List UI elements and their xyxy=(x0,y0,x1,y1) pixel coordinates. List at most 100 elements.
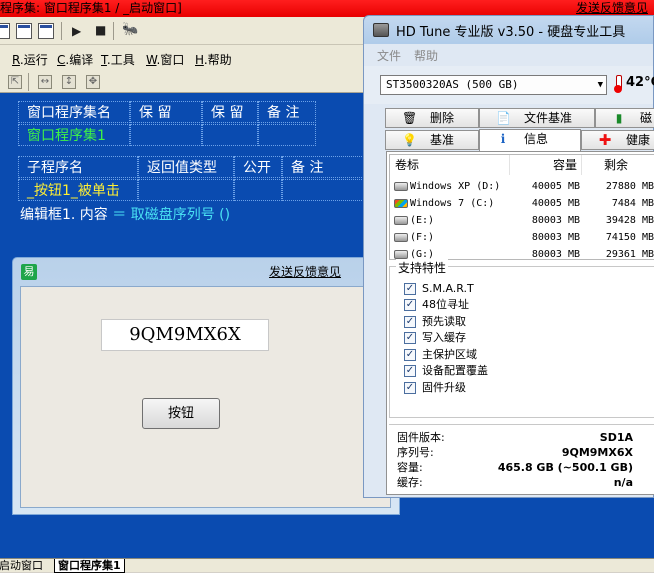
checkbox-checked-icon: ✓ xyxy=(404,283,416,295)
width-icon[interactable]: ↔ xyxy=(38,75,52,89)
checkbox-checked-icon: ✓ xyxy=(404,316,416,328)
list-item[interactable]: (G:) 80003 MB 29361 MB xyxy=(390,246,654,259)
align-icon[interactable]: ⇱ xyxy=(8,75,22,89)
menu-tools[interactable]: T.工具 xyxy=(101,51,135,68)
table-header-cell: 公开 xyxy=(234,156,282,178)
list-item[interactable]: Windows 7 (C:) 40005 MB 7484 MB xyxy=(390,195,654,212)
list-item[interactable]: Windows XP (D:) 40005 MB 27880 MB xyxy=(390,178,654,195)
menu-compile[interactable]: C.编译 xyxy=(57,51,93,68)
layout-split-icon[interactable] xyxy=(16,23,32,39)
table-cell[interactable] xyxy=(202,124,258,146)
column-header-capacity[interactable]: 容量 xyxy=(510,155,582,175)
menu-help[interactable]: 帮助 xyxy=(414,47,438,64)
checkbox-checked-icon: ✓ xyxy=(404,332,416,344)
tab-window-assembly[interactable]: 窗口程序集1 xyxy=(54,559,125,573)
features-group: 支持特性 ✓ S.M.A.R.T ✓ 48位寻址 ✓ 预先读取 ✓ 写入缓存 ✓ 主保护区… xyxy=(389,259,654,418)
preview-feedback-link[interactable]: 发送反馈意见 xyxy=(269,263,341,280)
hdtune-title: HD Tune 专业版 v3.50 - 硬盘专业工具 xyxy=(396,25,626,40)
windows-drive-icon xyxy=(394,199,408,208)
chart-icon: ▮ xyxy=(615,111,623,125)
table-cell[interactable] xyxy=(282,179,372,201)
serial-edit-box[interactable]: 9QM9MX6X xyxy=(101,319,269,351)
tab-health[interactable]: ✚ 健康 xyxy=(581,130,654,150)
column-header-label[interactable]: 卷标 xyxy=(390,155,510,175)
hdtune-tabs: 🗑 删除 📄 文件基准 ▮ 磁 💡 基准 i 信息 ✚ 健康 xyxy=(385,108,654,152)
ide-title: 程序集: 窗口程序集1 / _启动窗口] xyxy=(0,1,182,15)
table-header-cell: 保 留 xyxy=(130,101,202,123)
menu-window[interactable]: W.窗口 xyxy=(146,51,184,68)
table-cell[interactable] xyxy=(138,179,234,201)
table-cell[interactable]: 窗口程序集1 xyxy=(18,124,130,146)
ide-secondary-toolbar: ⇱ ↔ ↕ ✥ xyxy=(0,71,370,93)
table-cell[interactable] xyxy=(258,124,316,146)
table-header-cell: 保 留 xyxy=(202,101,258,123)
menu-help[interactable]: H.帮助 xyxy=(195,51,232,68)
menu-file[interactable]: 文件 xyxy=(377,47,401,64)
ide-menu-bar: R.运行 C.编译 T.工具 W.窗口 H.帮助 xyxy=(0,45,370,71)
tab-benchmark[interactable]: 💡 基准 xyxy=(385,130,479,150)
checkbox-checked-icon: ✓ xyxy=(404,382,416,394)
app-icon: 易 xyxy=(21,264,37,280)
volume-list[interactable]: 卷标 容量 剩余 Windows XP (D:) 40005 MB 27880 … xyxy=(389,154,654,260)
info-icon: i xyxy=(500,132,506,146)
code-target: 编辑框1. 内容 xyxy=(20,207,108,223)
features-title: 支持特性 xyxy=(396,259,449,276)
column-header-free[interactable]: 剩余 xyxy=(582,155,654,175)
document-icon: 📄 xyxy=(496,111,511,125)
info-panel: 卷标 容量 剩余 Windows XP (D:) 40005 MB 27880 … xyxy=(386,151,654,495)
table-header-cell: 子程序名 xyxy=(18,156,138,178)
bulb-icon: 💡 xyxy=(402,133,417,147)
preview-client-area: 9QM9MX6X 按钮 xyxy=(20,286,391,508)
hdtune-title-bar: HD Tune 专业版 v3.50 - 硬盘专业工具 xyxy=(364,16,653,44)
checkbox-checked-icon: ✓ xyxy=(404,299,416,311)
layout-columns-icon[interactable] xyxy=(38,23,54,39)
run-icon[interactable]: ▶ xyxy=(72,24,81,38)
trash-icon: 🗑 xyxy=(402,111,418,125)
health-cross-icon: ✚ xyxy=(598,131,612,149)
drive-info: 固件版本: SD1A 序列号: 9QM9MX6X 容量: 465.8 GB (~500… xyxy=(389,424,654,494)
tab-startup-window[interactable]: 启动窗口 xyxy=(0,559,46,573)
drive-icon xyxy=(394,182,408,191)
drive-icon xyxy=(394,216,408,225)
table-header-cell: 备 注 xyxy=(282,156,372,178)
checkbox-checked-icon: ✓ xyxy=(404,349,416,361)
ide-toolbar: ▶ ■ 🐜 xyxy=(0,17,370,45)
list-item[interactable]: (F:) 80003 MB 74150 MB xyxy=(390,229,654,246)
preview-title-bar: 易 发送反馈意见 xyxy=(13,258,399,284)
tab-info[interactable]: i 信息 xyxy=(479,129,581,151)
info-firmware: 固件版本: SD1A xyxy=(397,431,633,444)
layout-icon[interactable] xyxy=(0,23,10,39)
info-serial: 序列号: 9QM9MX6X xyxy=(397,446,633,459)
table-cell[interactable] xyxy=(130,124,202,146)
menu-run[interactable]: R.运行 xyxy=(12,51,48,68)
table-header-cell: 备 注 xyxy=(258,101,316,123)
tab-disk-monitor[interactable]: ▮ 磁 xyxy=(595,108,654,128)
debug-icon[interactable]: 🐜 xyxy=(122,22,138,37)
tab-erase[interactable]: 🗑 删除 xyxy=(385,108,479,128)
height-icon[interactable]: ↕ xyxy=(62,75,76,89)
thermometer-icon xyxy=(614,75,622,93)
code-statement[interactable]: 编辑框1. 内容 ＝ 取磁盘序列号 () xyxy=(20,204,230,224)
drive-icon xyxy=(394,250,408,259)
toolbar-divider xyxy=(28,73,29,91)
tab-file-benchmark[interactable]: 📄 文件基准 xyxy=(479,108,595,128)
stop-icon[interactable]: ■ xyxy=(95,23,106,37)
code-call: 取磁盘序列号 () xyxy=(130,207,231,223)
toolbar-divider xyxy=(113,22,114,40)
list-item[interactable]: (E:) 80003 MB 39428 MB xyxy=(390,212,654,229)
toolbar-divider xyxy=(61,22,62,40)
ide-bottom-tabs: 启动窗口 窗口程序集1 xyxy=(0,558,654,573)
hdtune-menu-bar: 文件 帮助 xyxy=(364,44,653,66)
table-cell[interactable]: _按钮1_被单击 xyxy=(18,179,138,201)
table-cell[interactable] xyxy=(234,179,282,201)
code-operator: ＝ xyxy=(112,207,127,223)
info-capacity: 容量: 465.8 GB (~500.1 GB) xyxy=(397,461,633,474)
drive-select[interactable]: ST3500320AS (500 GB) ▼ xyxy=(380,75,607,95)
checkbox-checked-icon: ✓ xyxy=(404,365,416,377)
drive-select-value: ST3500320AS (500 GB) xyxy=(386,78,519,91)
hdtune-toolbar: ST3500320AS (500 GB) ▼ 42°C xyxy=(364,66,654,104)
get-serial-button[interactable]: 按钮 xyxy=(142,398,220,429)
temperature-readout: 42°C xyxy=(626,75,654,90)
table-header-cell: 返回值类型 xyxy=(138,156,234,178)
center-icon[interactable]: ✥ xyxy=(86,75,100,89)
